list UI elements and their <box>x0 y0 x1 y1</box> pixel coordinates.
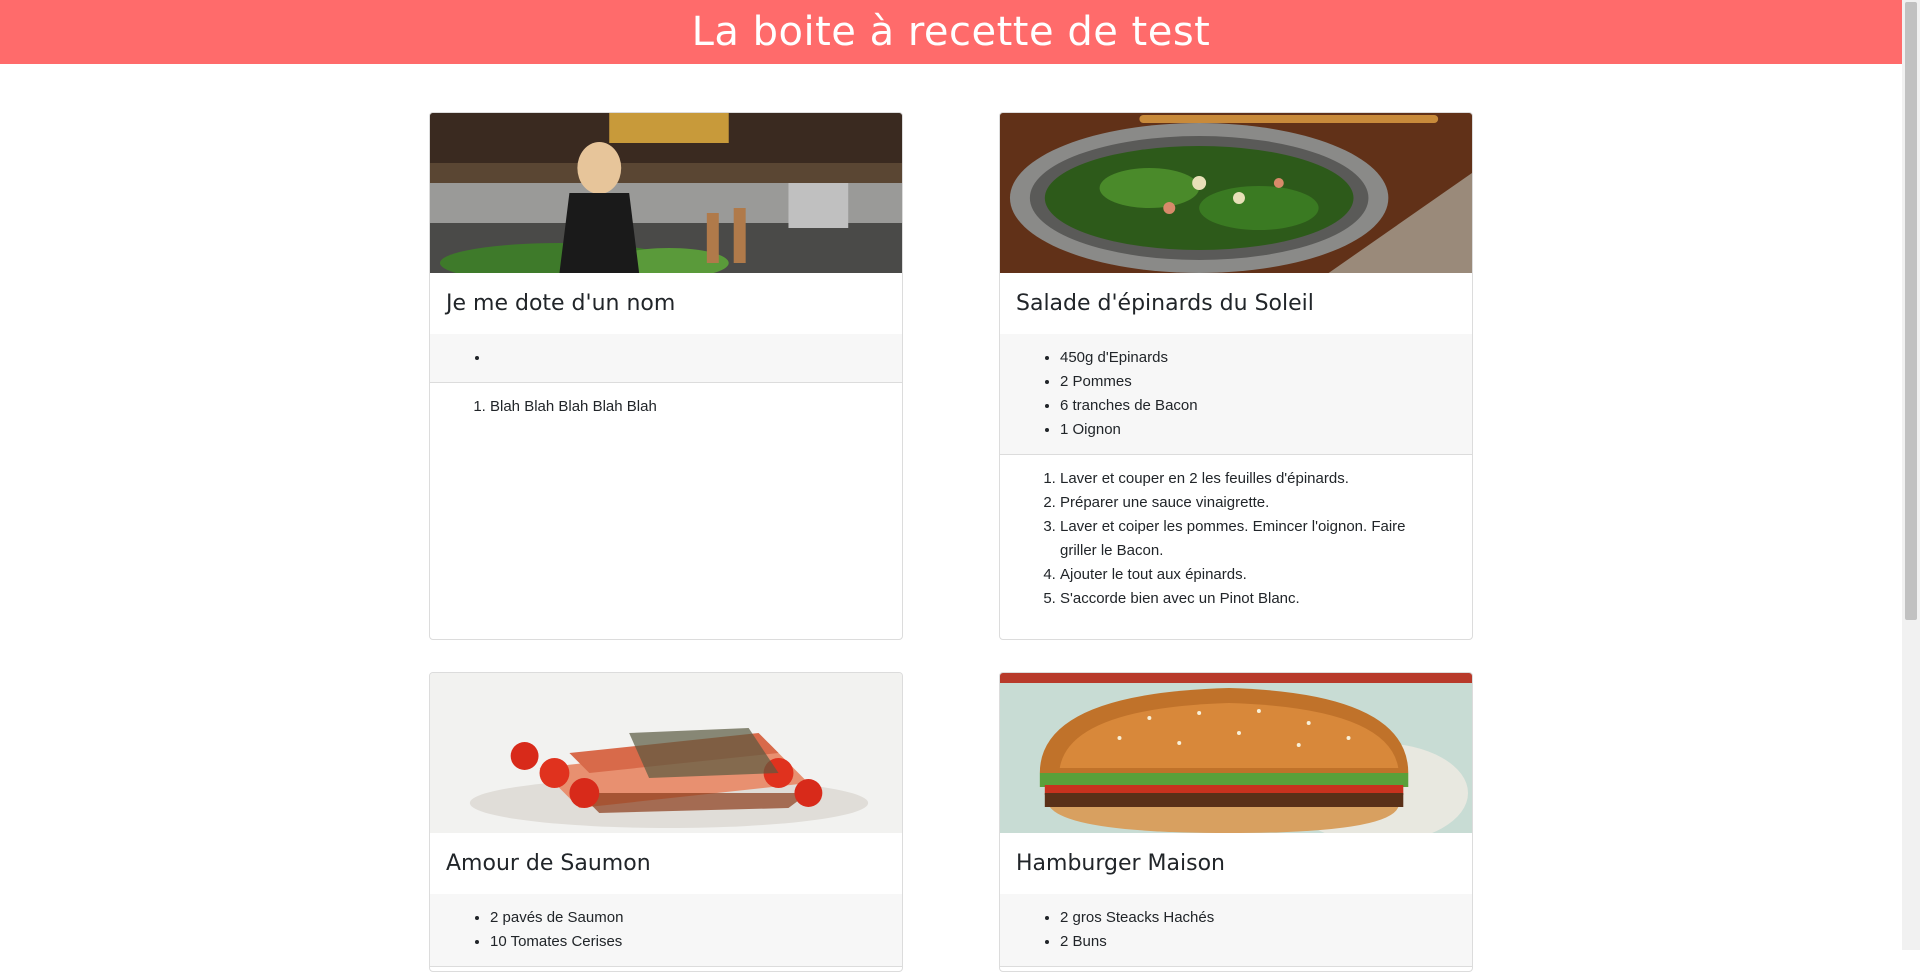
step-item: Laver et couper en 2 les feuilles d'épin… <box>1060 467 1432 491</box>
recipe-image <box>1000 673 1472 833</box>
recipe-title: Amour de Saumon <box>446 851 651 876</box>
recipe-title: Je me dote d'un nom <box>446 291 676 316</box>
ingredient-item: 2 Pommes <box>1060 370 1472 394</box>
recipe-image <box>430 673 902 833</box>
steps-list: Blah Blah Blah Blah Blah <box>430 383 902 431</box>
ingredients-list <box>430 334 902 383</box>
ingredient-item: 450g d'Epinards <box>1060 346 1472 370</box>
ingredient-item: 2 gros Steacks Hachés <box>1060 906 1472 930</box>
ingredient-item <box>490 346 902 370</box>
steps-list: Laver et couper en 2 les feuilles d'épin… <box>1000 455 1472 623</box>
recipe-image <box>430 113 902 273</box>
recipe-title: Salade d'épinards du Soleil <box>1016 291 1314 316</box>
recipe-card: Amour de Saumon 2 pavés de Saumon 10 Tom… <box>429 672 903 972</box>
recipe-image <box>1000 113 1472 273</box>
ingredient-item: 2 Buns <box>1060 930 1472 954</box>
recipe-card: Hamburger Maison 2 gros Steacks Hachés 2… <box>999 672 1473 972</box>
page-title: La boite à recette de test <box>691 9 1211 55</box>
ingredient-item: 6 tranches de Bacon <box>1060 394 1472 418</box>
vertical-scrollbar[interactable] <box>1902 0 1920 950</box>
ingredient-item: 1 Oignon <box>1060 418 1472 442</box>
ingredients-list: 2 pavés de Saumon 10 Tomates Cerises <box>430 894 902 967</box>
step-item: S'accorde bien avec un Pinot Blanc. <box>1060 587 1432 611</box>
ingredients-list: 2 gros Steacks Hachés 2 Buns <box>1000 894 1472 967</box>
page-header: La boite à recette de test <box>0 0 1902 64</box>
scrollbar-thumb[interactable] <box>1905 2 1917 620</box>
ingredient-item: 10 Tomates Cerises <box>490 930 902 954</box>
step-item: Préparer une sauce vinaigrette. <box>1060 491 1432 515</box>
recipe-card: Salade d'épinards du Soleil 450g d'Epina… <box>999 112 1473 640</box>
ingredients-list: 450g d'Epinards 2 Pommes 6 tranches de B… <box>1000 334 1472 455</box>
recipe-title: Hamburger Maison <box>1016 851 1225 876</box>
step-item: Ajouter le tout aux épinards. <box>1060 563 1432 587</box>
step-item: Blah Blah Blah Blah Blah <box>490 395 862 419</box>
ingredient-item: 2 pavés de Saumon <box>490 906 902 930</box>
recipe-card: Je me dote d'un nom Blah Blah Blah Blah … <box>429 112 903 640</box>
step-item: Laver et coiper les pommes. Emincer l'oi… <box>1060 515 1432 563</box>
